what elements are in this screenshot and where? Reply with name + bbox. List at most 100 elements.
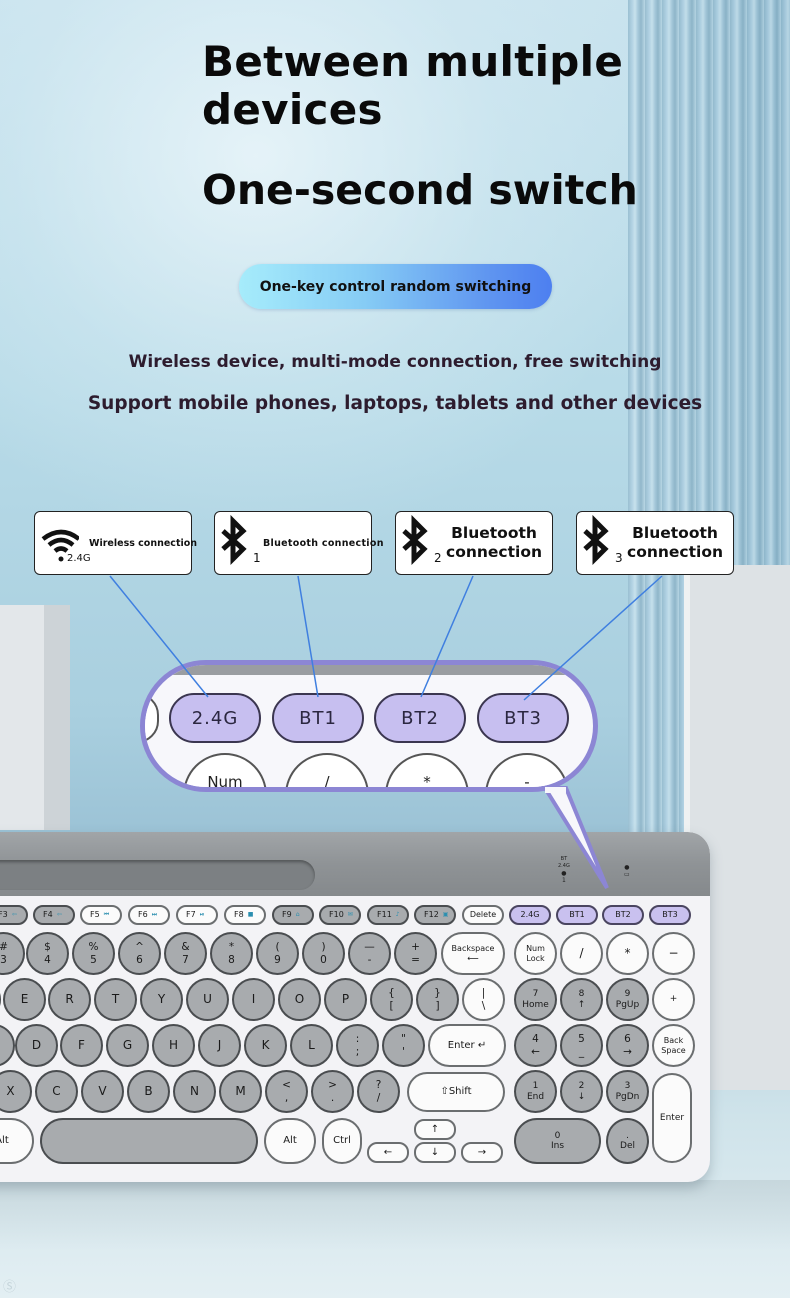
key-bracket-2[interactable]: | \ xyxy=(462,978,505,1021)
key-s[interactable]: S xyxy=(0,1024,15,1067)
headline-title: Between multiple devices xyxy=(202,38,623,134)
key-alt-left[interactable]: Alt xyxy=(0,1118,34,1164)
key-bt1[interactable]: BT1 xyxy=(556,905,598,925)
key-numpad-sym[interactable]: / xyxy=(560,932,603,975)
key-f5[interactable]: F5 ⏮ xyxy=(80,905,122,925)
key-legend: BT1 xyxy=(569,910,585,920)
key-f6[interactable]: F6 ⏭ xyxy=(128,905,170,925)
key-p[interactable]: P xyxy=(324,978,367,1021)
key-numpad-6[interactable]: 6 → xyxy=(606,1024,649,1067)
key-numpad-9[interactable]: 9 PgUp xyxy=(606,978,649,1021)
key-6[interactable]: ^ 6 xyxy=(118,932,161,975)
key-legend: _ xyxy=(578,1045,585,1058)
key-legend: Ins xyxy=(550,1141,565,1151)
key-numpad-0[interactable]: 0 Ins xyxy=(514,1118,601,1164)
key-f8[interactable]: F8 ■ xyxy=(224,905,266,925)
key-punct-b1[interactable]: >. xyxy=(311,1070,354,1113)
key-arrow-right[interactable]: → xyxy=(461,1142,503,1163)
key-8[interactable]: * 8 xyxy=(210,932,253,975)
key-numpad-num-lock[interactable]: Num Lock xyxy=(514,932,557,975)
key-j[interactable]: J xyxy=(198,1024,241,1067)
key-ctrl[interactable]: Ctrl xyxy=(322,1118,362,1164)
key-punct-b2[interactable]: ? / xyxy=(357,1070,400,1113)
key-f12[interactable]: F12 ▣ xyxy=(414,905,456,925)
key-shift[interactable]: ⇧Shift xyxy=(407,1072,505,1112)
key-numpad-2[interactable]: 2 ↓ xyxy=(560,1070,603,1113)
key-numpad-3[interactable]: 3 PgDn xyxy=(606,1070,649,1113)
key-arrow-left[interactable]: ← xyxy=(367,1142,409,1163)
key-numpad-sym[interactable]: + xyxy=(652,978,695,1021)
key-7[interactable]: & 7 xyxy=(164,932,207,975)
key-x[interactable]: X xyxy=(0,1070,32,1113)
key-f3[interactable]: F3 ⇦ xyxy=(0,905,28,925)
key-numpad-dot[interactable]: . Del xyxy=(606,1118,649,1164)
zoom-key-24g[interactable]: 2.4G xyxy=(169,693,261,743)
key-f7[interactable]: F7 ⏯ xyxy=(176,905,218,925)
zoom-key-bt1[interactable]: BT1 xyxy=(272,693,364,743)
key-numpad-8[interactable]: 8 ↑ xyxy=(560,978,603,1021)
key-i[interactable]: I xyxy=(232,978,275,1021)
key-c[interactable]: C xyxy=(35,1070,78,1113)
key-numpad-5[interactable]: 5 _ xyxy=(560,1024,603,1067)
key-l[interactable]: L xyxy=(290,1024,333,1067)
key-f11[interactable]: F11 ♪ xyxy=(367,905,409,925)
key-g[interactable]: G xyxy=(106,1024,149,1067)
key-bracket-1[interactable]: }] xyxy=(416,978,459,1021)
key-f9[interactable]: F9 ⌂ xyxy=(272,905,314,925)
key-t[interactable]: T xyxy=(94,978,137,1021)
key-n[interactable]: N xyxy=(173,1070,216,1113)
key-r[interactable]: R xyxy=(48,978,91,1021)
key-sym[interactable]: — - xyxy=(348,932,391,975)
key-bt3[interactable]: BT3 xyxy=(649,905,691,925)
key-punct-0[interactable]: :; xyxy=(336,1024,379,1067)
key-b[interactable]: B xyxy=(127,1070,170,1113)
key-numpad-1[interactable]: 1 End xyxy=(514,1070,557,1113)
key-u[interactable]: U xyxy=(186,978,229,1021)
key-v[interactable]: V xyxy=(81,1070,124,1113)
key-bt2[interactable]: BT2 xyxy=(602,905,644,925)
key-numpad-enter[interactable]: Enter xyxy=(652,1073,692,1163)
callout-bluetooth-3: 3 Bluetooth connection xyxy=(576,511,734,575)
callout-wireless: 2.4G Wireless connection xyxy=(34,511,197,575)
key-numpad-sym[interactable]: − xyxy=(652,932,695,975)
key-h[interactable]: H xyxy=(152,1024,195,1067)
key-numpad-back[interactable]: Back Space xyxy=(652,1024,695,1067)
key-punct-1[interactable]: " ' xyxy=(382,1024,425,1067)
key-delete[interactable]: Delete xyxy=(462,905,504,925)
key-backspace[interactable]: Backspace ⟵ xyxy=(441,932,505,975)
key-legend: ↑ xyxy=(577,999,586,1010)
key-4[interactable]: $4 xyxy=(26,932,69,975)
key-5[interactable]: % 5 xyxy=(72,932,115,975)
key-o[interactable]: O xyxy=(278,978,321,1021)
key-f[interactable]: F xyxy=(60,1024,103,1067)
key-m[interactable]: M xyxy=(219,1070,262,1113)
key-y[interactable]: Y xyxy=(140,978,183,1021)
key-space[interactable] xyxy=(40,1118,258,1164)
key-enter[interactable]: Enter ↵ xyxy=(428,1024,506,1067)
key-punct-b0[interactable]: <, xyxy=(265,1070,308,1113)
key-f10[interactable]: F10 ✉ xyxy=(319,905,361,925)
key-f4[interactable]: F4 ⇦ xyxy=(33,905,75,925)
key-numpad-sym[interactable]: * xyxy=(606,932,649,975)
key-e[interactable]: E xyxy=(3,978,46,1021)
key-bracket-0[interactable]: {[ xyxy=(370,978,413,1021)
key-arrow-up[interactable]: ↑ xyxy=(414,1119,456,1140)
key-2-4g[interactable]: 2.4G xyxy=(509,905,551,925)
key-k[interactable]: K xyxy=(244,1024,287,1067)
key-sym[interactable]: + = xyxy=(394,932,437,975)
key-numpad-4[interactable]: 4 ← xyxy=(514,1024,557,1067)
key-d[interactable]: D xyxy=(15,1024,58,1067)
key-legend: F12 xyxy=(424,910,439,920)
key-0[interactable]: ) 0 xyxy=(302,932,345,975)
key-3[interactable]: #3 xyxy=(0,932,25,975)
zoom-key-bt2[interactable]: BT2 xyxy=(374,693,466,743)
zoom-key-bt3[interactable]: BT3 xyxy=(477,693,569,743)
key-w[interactable]: W xyxy=(0,978,1,1021)
key-arrow-down[interactable]: ↓ xyxy=(414,1142,456,1163)
key-9[interactable]: (9 xyxy=(256,932,299,975)
key-alt-right[interactable]: Alt xyxy=(264,1118,316,1164)
key-legend: F9 xyxy=(282,910,292,920)
partial-key xyxy=(145,693,159,743)
key-legend: F xyxy=(78,1037,85,1052)
key-numpad-7[interactable]: 7 Home xyxy=(514,978,557,1021)
